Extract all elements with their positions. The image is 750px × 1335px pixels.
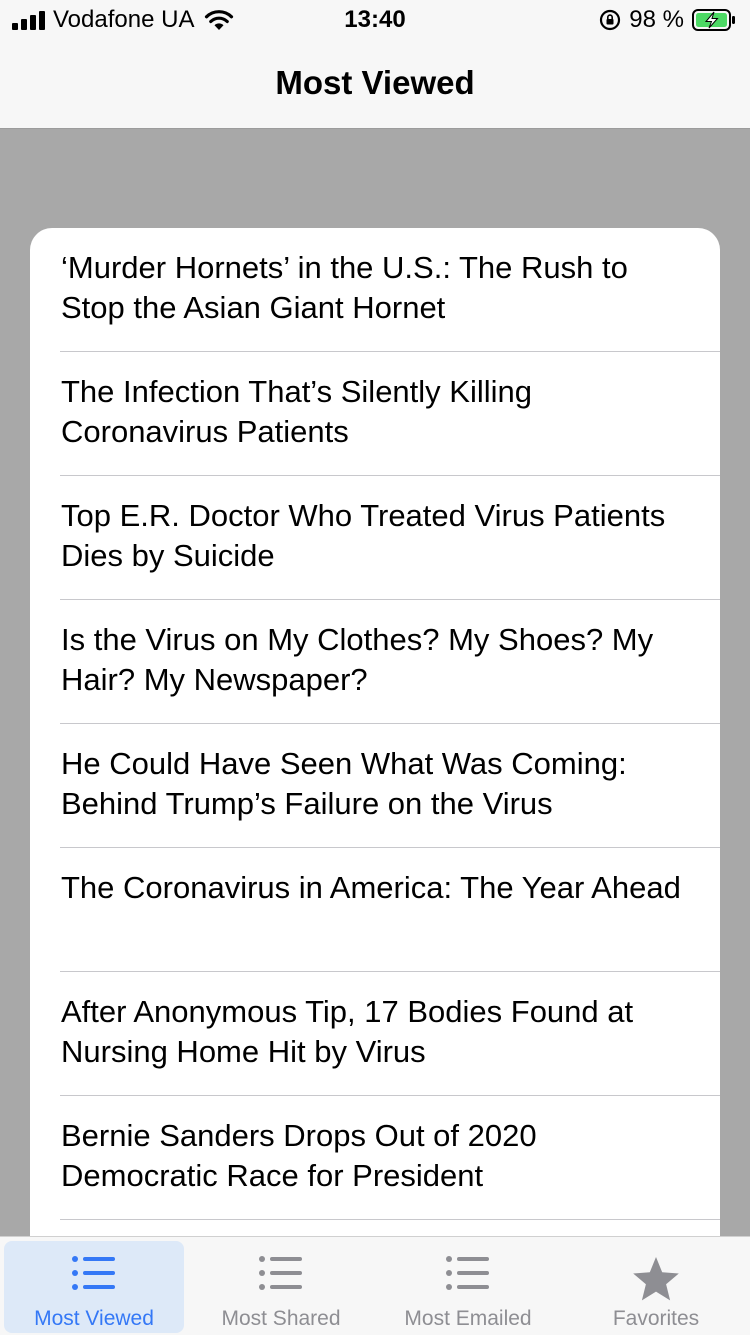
article-title: He Could Have Seen What Was Coming: Behi… xyxy=(61,746,627,821)
article-title: Bernie Sanders Drops Out of 2020 Democra… xyxy=(61,1118,537,1193)
list-icon xyxy=(191,1255,371,1295)
list-icon xyxy=(378,1255,558,1295)
article-row[interactable]: ‘Murder Hornets’ in the U.S.: The Rush t… xyxy=(30,228,720,352)
status-bar: Vodafone UA 13:40 98 % xyxy=(0,0,750,40)
article-row[interactable]: He Could Have Seen What Was Coming: Behi… xyxy=(30,724,720,848)
article-title: ‘Murder Hornets’ in the U.S.: The Rush t… xyxy=(61,250,628,325)
article-title: The Infection That’s Silently Killing Co… xyxy=(61,374,532,449)
tab-bar: Most Viewed Most Shared Most Emailed Fav… xyxy=(0,1236,750,1335)
orientation-lock-icon xyxy=(600,9,621,31)
article-row[interactable]: Bernie Sanders Drops Out of 2020 Democra… xyxy=(30,1096,720,1220)
article-title: Is the Virus on My Clothes? My Shoes? My… xyxy=(61,622,654,697)
page-title: Most Viewed xyxy=(275,64,475,101)
article-row[interactable]: After Anonymous Tip, 17 Bodies Found at … xyxy=(30,972,720,1096)
battery-charging-icon xyxy=(692,9,735,31)
tab-label: Most Shared xyxy=(221,1307,341,1330)
tab-label: Most Viewed xyxy=(34,1307,154,1330)
article-row[interactable]: The Infection That’s Silently Killing Co… xyxy=(30,352,720,476)
article-title: After Anonymous Tip, 17 Bodies Found at … xyxy=(61,994,634,1069)
navigation-bar: Most Viewed xyxy=(0,40,750,129)
tab-most-emailed[interactable]: Most Emailed xyxy=(378,1241,558,1333)
article-row[interactable]: Is the Virus on My Clothes? My Shoes? My… xyxy=(30,600,720,724)
battery-percent: 98 % xyxy=(629,6,684,33)
star-icon xyxy=(566,1255,746,1301)
article-title: The Coronavirus in America: The Year Ahe… xyxy=(61,870,681,905)
article-list: ‘Murder Hornets’ in the U.S.: The Rush t… xyxy=(30,228,720,1220)
tab-most-shared[interactable]: Most Shared xyxy=(191,1241,371,1333)
tab-label: Favorites xyxy=(612,1307,700,1330)
list-icon xyxy=(4,1255,184,1295)
article-list-card: ‘Murder Hornets’ in the U.S.: The Rush t… xyxy=(30,228,720,1288)
status-right: 98 % xyxy=(599,6,736,34)
article-row[interactable]: The Coronavirus in America: The Year Ahe… xyxy=(30,848,720,972)
tab-most-viewed[interactable]: Most Viewed xyxy=(4,1241,184,1333)
article-row[interactable]: Top E.R. Doctor Who Treated Virus Patien… xyxy=(30,476,720,600)
tab-label: Most Emailed xyxy=(404,1307,532,1330)
tab-favorites[interactable]: Favorites xyxy=(566,1241,746,1333)
article-title: Top E.R. Doctor Who Treated Virus Patien… xyxy=(61,498,666,573)
